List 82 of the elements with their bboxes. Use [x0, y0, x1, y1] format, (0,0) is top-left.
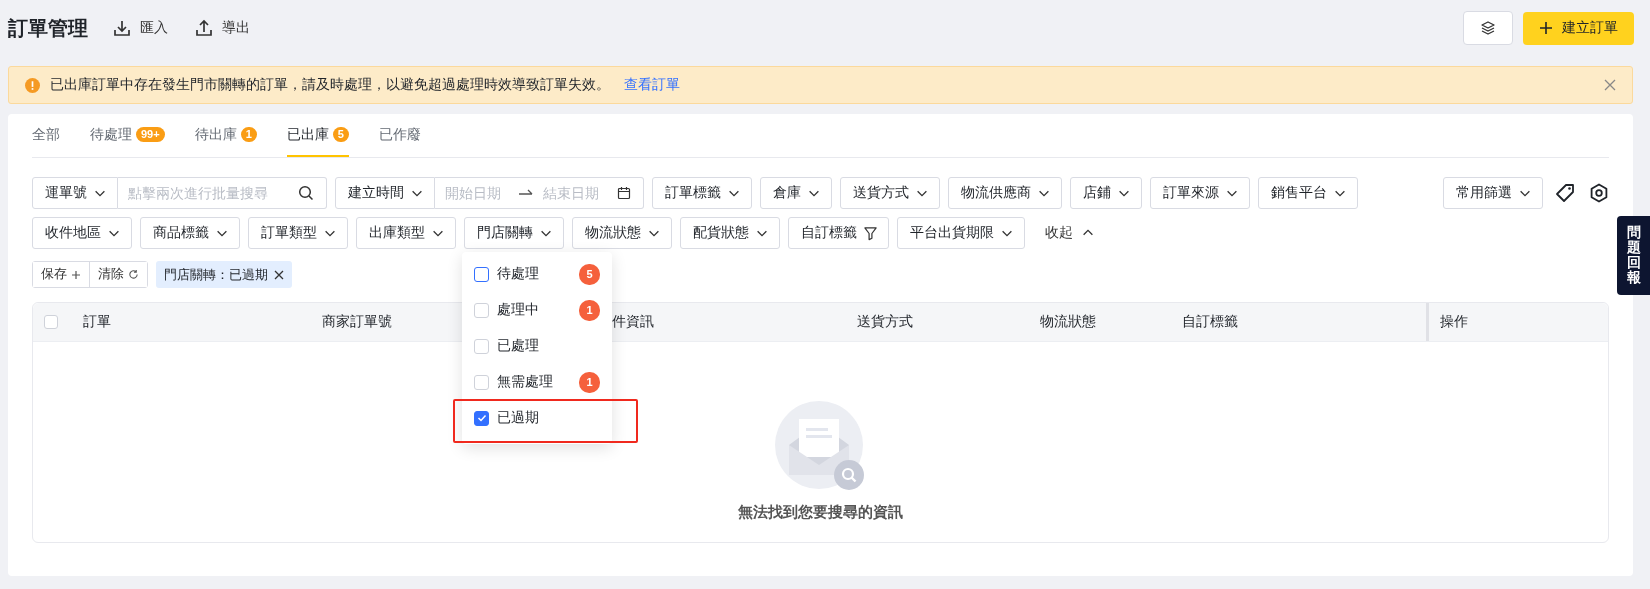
menu-option[interactable]: 已過期: [462, 400, 612, 436]
calendar-icon[interactable]: [617, 186, 631, 200]
option-label: 已處理: [497, 337, 539, 355]
clear-button[interactable]: 清除: [89, 262, 147, 287]
filter-dropdown[interactable]: 訂單類型: [248, 217, 348, 249]
upload-icon: [194, 18, 214, 38]
start-date-input[interactable]: 開始日期: [435, 185, 519, 201]
menu-option[interactable]: 待處理 5: [462, 256, 612, 292]
warning-icon: [25, 77, 40, 93]
search-icon[interactable]: [298, 185, 314, 201]
alert-message: 已出庫訂單中存在發生門市關轉的訂單，請及時處理，以避免超過處理時效導致訂單失效。: [50, 76, 610, 94]
count-badge: 5: [579, 263, 600, 285]
column-header: 件資訊: [611, 313, 655, 331]
date-range-field[interactable]: 開始日期 結束日期: [435, 177, 644, 209]
filter-dropdown[interactable]: 銷售平台: [1258, 177, 1358, 209]
option-label: 已過期: [497, 409, 539, 427]
filter-dropdown[interactable]: 出庫類型: [356, 217, 456, 249]
export-button[interactable]: 導出: [194, 18, 250, 38]
menu-option[interactable]: 無需處理 1: [462, 364, 612, 400]
column-header: 自訂標籤: [1181, 313, 1239, 331]
tab[interactable]: 全部: [32, 114, 60, 157]
empty-state-message: 無法找到您要搜尋的資訊: [738, 503, 903, 522]
collapse-button[interactable]: 收起: [1033, 224, 1107, 242]
tag-icon[interactable]: [1555, 183, 1575, 203]
filter-dropdown[interactable]: 物流狀態: [572, 217, 672, 249]
filter-dropdown[interactable]: 配貨狀態: [680, 217, 780, 249]
layers-button[interactable]: [1463, 11, 1513, 45]
filter-dropdown[interactable]: 平台出貨期限: [897, 217, 1025, 249]
filter-icon: [863, 225, 878, 241]
filter-dropdown[interactable]: 商品標籤: [140, 217, 240, 249]
view-orders-link[interactable]: 查看訂單: [624, 76, 680, 94]
tab[interactable]: 已出庫 5: [286, 114, 349, 157]
end-date-input[interactable]: 結束日期: [533, 185, 617, 201]
menu-option[interactable]: 處理中 1: [462, 292, 612, 328]
count-badge: 1: [579, 371, 600, 393]
menu-option[interactable]: 已處理: [462, 328, 612, 364]
option-label: 處理中: [497, 301, 539, 319]
filter-dropdown[interactable]: 送貨方式: [840, 177, 940, 209]
filter-dropdown[interactable]: 倉庫: [760, 177, 832, 209]
check-icon: [476, 413, 487, 423]
page-title: 訂單管理: [8, 15, 88, 41]
column-header: 訂單: [82, 313, 112, 331]
arrow-right-icon: [519, 188, 533, 198]
filter-dropdown[interactable]: 物流供應商: [948, 177, 1062, 209]
feedback-tab[interactable]: 問題回報: [1617, 216, 1650, 296]
plus-icon: [1539, 21, 1553, 35]
option-label: 待處理: [497, 265, 539, 283]
filter-dropdown[interactable]: 訂單標籤: [652, 177, 752, 209]
filter-dropdown[interactable]: 收件地區: [32, 217, 132, 249]
column-header: 物流狀態: [1039, 313, 1097, 331]
checkbox[interactable]: [474, 410, 489, 426]
saved-filters-dropdown[interactable]: 常用篩選: [1443, 177, 1543, 209]
search-input[interactable]: 點擊兩次進行批量搜尋: [118, 185, 298, 201]
count-badge: 1: [579, 299, 600, 321]
column-header: 商家訂單號: [321, 313, 393, 331]
search-type-dropdown[interactable]: 運單號: [32, 177, 118, 209]
filter-dropdown[interactable]: 門店關轉: [464, 217, 564, 249]
filter-dropdown[interactable]: 自訂標籤: [788, 217, 889, 249]
checkbox[interactable]: [474, 266, 489, 282]
filter-dropdown[interactable]: 店鋪: [1070, 177, 1142, 209]
close-icon[interactable]: [274, 269, 284, 280]
tab[interactable]: 待出庫 1: [194, 114, 257, 157]
select-all-checkbox[interactable]: [44, 315, 58, 329]
tab[interactable]: 待處理 99+: [90, 114, 165, 157]
plus-icon: [71, 269, 81, 280]
download-icon: [112, 18, 132, 38]
column-header: 操作: [1426, 303, 1608, 341]
import-button[interactable]: 匯入: [112, 18, 168, 38]
date-type-dropdown[interactable]: 建立時間: [335, 177, 435, 209]
count-badge: 99+: [136, 127, 165, 142]
count-badge: 1: [240, 127, 257, 142]
count-badge: 5: [332, 127, 349, 142]
filter-dropdown[interactable]: 訂單來源: [1150, 177, 1250, 209]
tab[interactable]: 已作廢: [378, 114, 421, 157]
filter-chip[interactable]: 門店關轉：已過期: [156, 261, 292, 288]
settings-icon[interactable]: [1589, 183, 1609, 203]
search-field[interactable]: 點擊兩次進行批量搜尋: [118, 177, 327, 209]
layers-icon: [1480, 20, 1496, 36]
create-order-button[interactable]: 建立訂單: [1523, 11, 1634, 45]
refresh-icon: [128, 269, 139, 280]
column-header: 送貨方式: [856, 313, 914, 331]
option-label: 無需處理: [497, 373, 553, 391]
